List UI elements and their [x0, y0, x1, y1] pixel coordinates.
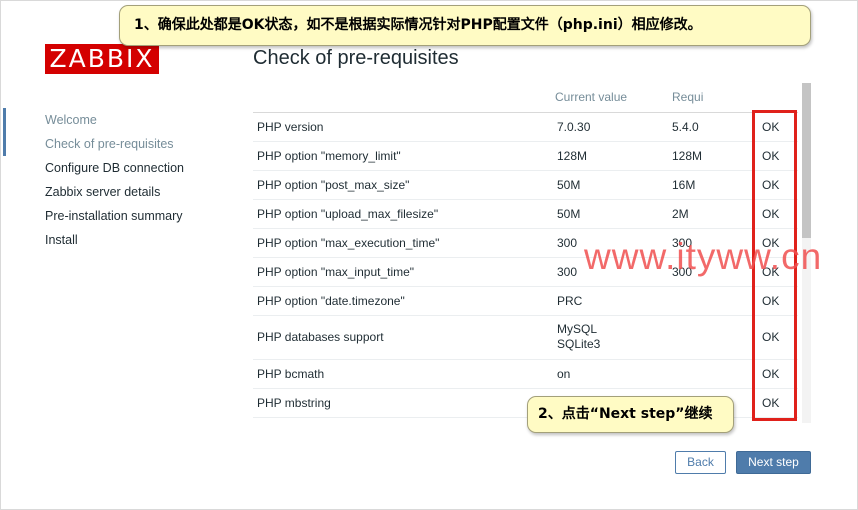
table-row: PHP bcmath on OK [253, 359, 798, 389]
row-name: PHP bcmath [253, 359, 555, 389]
next-step-button[interactable]: Next step [736, 451, 811, 474]
row-name: PHP databases support [253, 315, 555, 360]
site-watermark: www.ityww.cn [584, 236, 823, 277]
row-name: PHP option "max_execution_time" [253, 228, 555, 258]
row-current: 128M [555, 141, 672, 171]
header-required: Requi [672, 83, 756, 113]
table-row: PHP option "memory_limit" 128M 128M OK [253, 141, 798, 171]
sidebar-item-db-connection: Configure DB connection [45, 161, 184, 175]
row-required: 5.4.0 [672, 112, 756, 142]
row-current: on [555, 359, 672, 389]
sidebar-item-server-details: Zabbix server details [45, 185, 161, 199]
row-name: PHP option "memory_limit" [253, 141, 555, 171]
annotation-callout-check-ok: 1、确保此处都是OK状态，如不是根据实际情况针对PHP配置文件（php.ini）… [119, 5, 811, 46]
zabbix-logo: ZABBIX [45, 44, 159, 74]
row-required: 2M [672, 199, 756, 229]
table-row: PHP databases support MySQL SQLite3 OK [253, 315, 798, 360]
header-current-value: Current value [555, 83, 672, 113]
row-required: 128M [672, 141, 756, 171]
row-current: 50M [555, 170, 672, 200]
header-result [756, 83, 798, 113]
table-row: PHP version 7.0.30 5.4.0 OK [253, 112, 798, 142]
row-required [672, 315, 756, 360]
annotation-callout-next-step: 2、点击“Next step”继续 [527, 396, 734, 433]
row-current: 7.0.30 [555, 112, 672, 142]
row-current: 50M [555, 199, 672, 229]
row-name: PHP option "post_max_size" [253, 170, 555, 200]
back-button[interactable]: Back [675, 451, 726, 474]
row-name: PHP option "upload_max_filesize" [253, 199, 555, 229]
row-name: PHP option "max_input_time" [253, 257, 555, 287]
row-required [672, 359, 756, 389]
row-name: PHP option "date.timezone" [253, 286, 555, 316]
header-name [253, 83, 555, 113]
row-required [672, 286, 756, 316]
setup-steps-sidebar: Welcome Check of pre-requisites Configur… [0, 108, 230, 252]
table-row: PHP option "post_max_size" 50M 16M OK [253, 170, 798, 200]
row-current-line: SQLite3 [557, 337, 601, 351]
sidebar-item-summary: Pre-installation summary [45, 209, 183, 223]
sidebar-item-prerequisites: Check of pre-requisites [45, 137, 174, 151]
row-name: PHP mbstring [253, 388, 555, 418]
table-row: PHP option "upload_max_filesize" 50M 2M … [253, 199, 798, 229]
table-scrollbar-thumb[interactable] [802, 83, 811, 238]
sidebar-item-welcome: Welcome [45, 113, 97, 127]
table-header-row: Current value Requi [253, 83, 798, 113]
row-current-line: MySQL [557, 322, 598, 336]
table-row: PHP option "date.timezone" PRC OK [253, 286, 798, 316]
row-current: PRC [555, 286, 672, 316]
row-name: PHP version [253, 112, 555, 142]
page-title: Check of pre-requisites [253, 47, 459, 69]
row-required: 16M [672, 170, 756, 200]
sidebar-item-install: Install [45, 233, 78, 247]
row-current: MySQL SQLite3 [555, 315, 672, 360]
